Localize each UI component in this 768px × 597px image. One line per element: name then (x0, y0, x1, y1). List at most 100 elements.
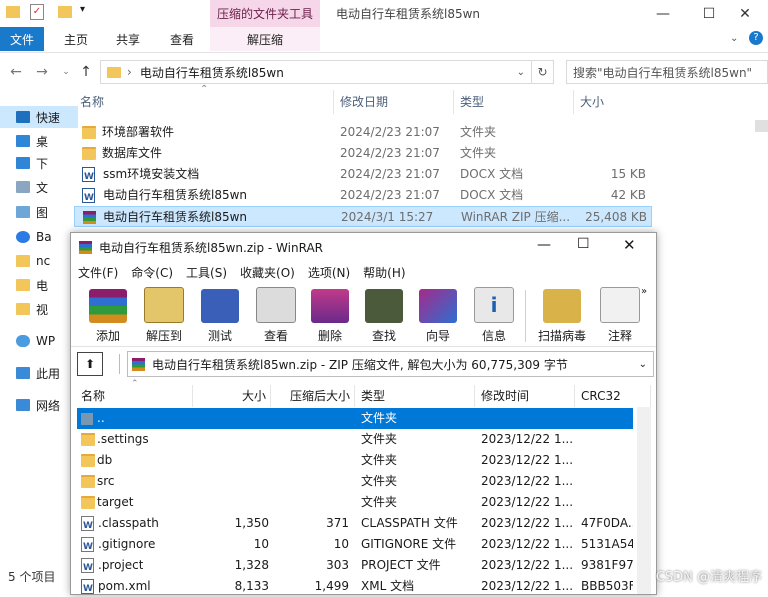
archive-row[interactable]: src 文件夹 2023/12/22 1... (77, 471, 633, 492)
breadcrumb-separator-icon: › (127, 65, 132, 79)
file-row[interactable]: 电动自行车租赁系统l85wn 2024/2/23 21:07 DOCX 文档 4… (74, 185, 652, 206)
archive-row[interactable]: target 文件夹 2023/12/22 1... (77, 492, 633, 513)
folder-icon (82, 126, 96, 139)
archive-row[interactable]: .project 1,328 303 PROJECT 文件 2023/12/22… (77, 555, 633, 576)
wizard-button[interactable]: 向导 (411, 286, 465, 344)
menu-tools[interactable]: 工具(S) (186, 264, 227, 281)
info-icon: i (474, 287, 514, 323)
archive-row-selected[interactable]: .. 文件夹 (77, 408, 633, 429)
column-size[interactable]: 大小 (193, 385, 271, 407)
file-row[interactable]: 环境部署软件 2024/2/23 21:07 文件夹 (74, 122, 652, 143)
file-row[interactable]: ssm环境安装文档 2024/2/23 21:07 DOCX 文档 15 KB (74, 164, 652, 185)
test-button[interactable]: 测试 (193, 286, 247, 344)
watermark: CSDN @清爽程序 (655, 570, 762, 585)
menu-file[interactable]: 文件(F) (78, 264, 118, 281)
comment-button[interactable]: 注释 (593, 286, 647, 344)
up-folder-button[interactable]: ⬆ (77, 352, 103, 376)
nav-item-downloads[interactable]: 下 (16, 152, 48, 174)
column-packed-size[interactable]: 压缩后大小 (271, 385, 355, 407)
file-row-selected[interactable]: 电动自行车租赁系统l85wn 2024/3/1 15:27 WinRAR ZIP… (74, 206, 652, 227)
file-icon (81, 558, 94, 576)
nav-item-pictures[interactable]: 图 (16, 201, 48, 223)
archive-path-box[interactable]: 电动自行车租赁系统l85wn.zip - ZIP 压缩文件, 解包大小为 60,… (127, 351, 654, 377)
nav-item-documents[interactable]: 文 (16, 176, 48, 198)
find-button[interactable]: 查找 (357, 286, 411, 344)
nav-item-wps[interactable]: WP (16, 330, 55, 352)
column-name[interactable]: 名称 (80, 93, 104, 113)
nav-item-this-pc[interactable]: 此用 (16, 362, 60, 384)
ribbon-tabs: 文件 主页 共享 查看 解压缩 ⌄ ? (0, 27, 768, 53)
winrar-zip-icon (132, 357, 145, 371)
archive-row[interactable]: .settings 文件夹 2023/12/22 1... (77, 429, 633, 450)
add-button[interactable]: 添加 (81, 286, 135, 344)
nav-item-folder-nc[interactable]: nc (16, 250, 50, 272)
tab-home[interactable]: 主页 (56, 27, 96, 51)
path-dropdown-icon[interactable]: ⌄ (639, 359, 647, 370)
tab-extract[interactable]: 解压缩 (210, 27, 320, 51)
menu-commands[interactable]: 命令(C) (131, 264, 173, 281)
column-type[interactable]: 类型 (460, 93, 484, 113)
vertical-scrollbar[interactable] (637, 407, 651, 594)
scan-virus-button[interactable]: 扫描病毒 (531, 286, 593, 344)
toolbar-overflow-icon[interactable]: » (641, 286, 647, 297)
expand-ribbon-icon[interactable]: ⌄ (730, 33, 738, 44)
wizard-icon (419, 289, 457, 323)
test-check-icon (201, 289, 239, 323)
column-modified[interactable]: 修改时间 (475, 385, 575, 407)
archive-row[interactable]: db 文件夹 2023/12/22 1... (77, 450, 633, 471)
nav-item-network[interactable]: 网络 (16, 394, 60, 416)
search-input[interactable]: 搜索"电动自行车租赁系统l85wn" (566, 60, 768, 84)
folder-icon (81, 475, 95, 488)
up-arrow-icon[interactable]: ↑ (76, 62, 96, 82)
tab-share[interactable]: 共享 (108, 27, 148, 51)
close-button[interactable]: ✕ (722, 0, 768, 27)
archive-row[interactable]: pom.xml 8,133 1,499 XML 文档 2023/12/22 1.… (77, 576, 633, 597)
help-icon[interactable]: ? (749, 31, 763, 45)
refresh-button[interactable]: ↻ (531, 60, 554, 84)
sort-up-icon: ⌃ (200, 84, 209, 95)
column-type[interactable]: 类型 (355, 385, 475, 407)
quick-access-dropdown-icon[interactable]: ▾ (80, 4, 85, 15)
tab-file[interactable]: 文件 (0, 27, 44, 51)
winrar-window: 电动自行车租赁系统l85wn.zip - WinRAR — ☐ ✕ 文件(F) … (70, 232, 657, 597)
extract-folder-icon (144, 287, 184, 323)
minimize-button[interactable]: — (640, 0, 686, 27)
forward-arrow-icon[interactable]: → (32, 62, 52, 82)
recent-locations-icon[interactable]: ⌄ (56, 62, 76, 82)
docx-icon (82, 188, 95, 206)
back-arrow-icon[interactable]: ← (6, 62, 26, 82)
cloud-app-icon (16, 231, 30, 243)
network-icon (16, 399, 30, 411)
column-crc32[interactable]: CRC32 (575, 385, 651, 407)
archive-row[interactable]: .gitignore 10 10 GITIGNORE 文件 2023/12/22… (77, 534, 633, 555)
properties-icon[interactable]: ✓ (30, 4, 44, 20)
folder-icon (16, 303, 30, 315)
menu-options[interactable]: 选项(N) (308, 264, 350, 281)
address-dropdown-icon[interactable]: ⌄ (517, 67, 525, 78)
close-button[interactable]: ✕ (623, 236, 636, 254)
delete-button[interactable]: 删除 (303, 286, 357, 344)
docx-icon (82, 167, 95, 185)
nav-item-desktop[interactable]: 桌 (16, 130, 48, 152)
nav-item-folder-video[interactable]: 视 (16, 298, 48, 320)
nav-item-quick-access[interactable]: 快速 (0, 106, 78, 128)
view-button[interactable]: 查看 (249, 286, 303, 344)
maximize-button[interactable]: ☐ (577, 236, 590, 252)
folder-icon (81, 454, 95, 467)
column-date[interactable]: 修改日期 (340, 93, 388, 113)
menu-favorites[interactable]: 收藏夹(O) (240, 264, 295, 281)
nav-item-baidu[interactable]: Ba (16, 226, 52, 248)
extract-to-button[interactable]: 解压到 (137, 286, 191, 344)
archive-file-list: 名称 大小 压缩后大小 类型 修改时间 CRC32 ⌃ .. 文件夹 .sett… (71, 379, 656, 597)
address-bar[interactable]: › 电动自行车租赁系统l85wn ⌄ (100, 60, 532, 84)
archive-row[interactable]: .classpath 1,350 371 CLASSPATH 文件 2023/1… (77, 513, 633, 534)
minimize-button[interactable]: — (537, 237, 551, 253)
info-button[interactable]: i 信息 (467, 286, 521, 344)
file-row[interactable]: 数据库文件 2024/2/23 21:07 文件夹 (74, 143, 652, 164)
new-folder-icon[interactable] (58, 6, 72, 18)
tab-view[interactable]: 查看 (162, 27, 202, 51)
column-size[interactable]: 大小 (580, 93, 604, 113)
menu-help[interactable]: 帮助(H) (363, 264, 405, 281)
nav-item-folder-dian[interactable]: 电 (16, 274, 48, 296)
winrar-icon (79, 240, 92, 254)
